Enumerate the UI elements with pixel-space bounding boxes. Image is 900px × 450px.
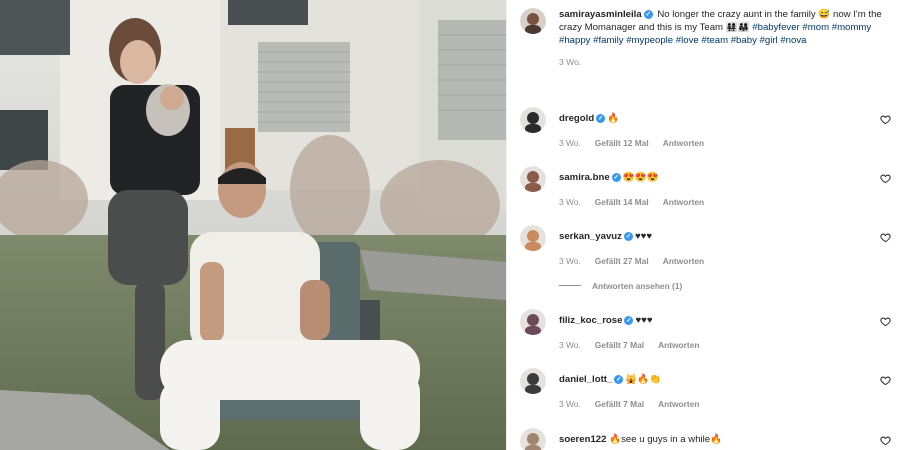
heart-outline-icon[interactable]: [880, 316, 891, 327]
commenter-avatar-image: [520, 225, 546, 251]
comment-text: 🙀🔥👏: [625, 374, 662, 385]
comment-age[interactable]: 3 Wo.: [559, 399, 581, 409]
reply-button[interactable]: Antworten: [663, 197, 704, 207]
post-age[interactable]: 3 Wo.: [559, 56, 887, 69]
commenter-username[interactable]: soeren122: [559, 434, 606, 445]
commenter-username[interactable]: filiz_koc_rose: [559, 315, 622, 326]
heart-outline-icon[interactable]: [880, 173, 891, 184]
avatar-body: [525, 242, 541, 251]
comment-likes[interactable]: Gefällt 14 Mal: [595, 197, 649, 207]
comment-age[interactable]: 3 Wo.: [559, 138, 581, 148]
comment-meta: 3 Wo. Gefällt 12 Mal Antworten: [559, 138, 718, 148]
avatar-body: [525, 183, 541, 192]
commenter-avatar-image: [520, 368, 546, 394]
divider-line: [559, 285, 581, 286]
comment-text: ♥♥♥: [634, 231, 653, 242]
commenter-username[interactable]: samira.bne: [559, 172, 610, 183]
avatar-head: [527, 373, 539, 385]
heart-outline-icon[interactable]: [880, 375, 891, 386]
avatar-head: [527, 230, 539, 242]
verified-badge-icon: ✓: [623, 232, 633, 241]
commenter-avatar[interactable]: [520, 368, 546, 394]
avatar-body: [525, 385, 541, 394]
heart-outline-icon[interactable]: [880, 114, 891, 125]
commenter-avatar-image: [520, 309, 546, 335]
verified-badge-icon: ✓: [643, 10, 653, 19]
comment-body: dregold ✓ 🔥: [559, 113, 619, 124]
instagram-post: samirayasminleila ✓ No longer the crazy a…: [0, 0, 900, 450]
commenter-avatar[interactable]: [520, 309, 546, 335]
verified-badge-icon: ✓: [611, 173, 621, 182]
avatar-head: [527, 314, 539, 326]
comment-text: 🔥see u guys in a while🔥: [609, 434, 723, 445]
comment-body: filiz_koc_rose ✓ ♥♥♥: [559, 315, 653, 326]
post-photo-illustration: [0, 0, 506, 450]
author-avatar-image: [520, 8, 546, 34]
comment-likes[interactable]: Gefällt 7 Mal: [595, 340, 644, 350]
reply-button[interactable]: Antworten: [658, 399, 699, 409]
comment-likes[interactable]: Gefällt 7 Mal: [595, 399, 644, 409]
comment-age[interactable]: 3 Wo.: [559, 197, 581, 207]
commenter-avatar-image: [520, 428, 546, 450]
comment-text: 😍😍😍: [622, 172, 659, 183]
comment-text: 🔥: [607, 113, 620, 124]
comment-age[interactable]: 3 Wo.: [559, 340, 581, 350]
comment-likes[interactable]: Gefällt 27 Mal: [595, 256, 649, 266]
commenter-username[interactable]: dregold: [559, 113, 594, 124]
comment-body: samira.bne ✓ 😍😍😍: [559, 172, 659, 183]
commenter-avatar-image: [520, 166, 546, 192]
post-caption: samirayasminleila ✓ No longer the crazy a…: [559, 8, 887, 69]
comment-likes[interactable]: Gefällt 12 Mal: [595, 138, 649, 148]
reply-button[interactable]: Antworten: [658, 340, 699, 350]
heart-outline-icon[interactable]: [880, 232, 891, 243]
avatar-head: [527, 112, 539, 124]
commenter-username[interactable]: serkan_yavuz: [559, 231, 622, 242]
avatar-body: [525, 326, 541, 335]
reply-button[interactable]: Antworten: [663, 256, 704, 266]
verified-badge-icon: ✓: [614, 375, 624, 384]
view-replies-button[interactable]: Antworten ansehen (1): [559, 281, 682, 291]
avatar-head: [527, 433, 539, 445]
comment-body: soeren122 🔥see u guys in a while🔥: [559, 434, 722, 445]
post-photo[interactable]: [0, 0, 506, 450]
comment-meta: 3 Wo. Gefällt 7 Mal Antworten: [559, 340, 713, 350]
comment-text: ♥♥♥: [635, 315, 653, 326]
verified-badge-icon: ✓: [596, 114, 606, 123]
comment-body: serkan_yavuz ✓ ♥♥♥: [559, 231, 652, 242]
view-replies-label: Antworten ansehen (1): [592, 281, 683, 291]
comment-meta: 3 Wo. Gefällt 7 Mal Antworten: [559, 399, 713, 409]
reply-button[interactable]: Antworten: [663, 138, 704, 148]
commenter-avatar[interactable]: [520, 107, 546, 133]
avatar-head: [527, 171, 539, 183]
verified-badge-icon: ✓: [624, 316, 634, 325]
avatar-body: [525, 124, 541, 133]
author-username[interactable]: samirayasminleila: [559, 9, 642, 20]
commenter-avatar[interactable]: [520, 225, 546, 251]
comment-body: daniel_lott_ ✓ 🙀🔥👏: [559, 374, 661, 385]
heart-outline-icon[interactable]: [880, 435, 891, 446]
comment-meta: 3 Wo. Gefällt 14 Mal Antworten: [559, 197, 718, 207]
commenter-avatar[interactable]: [520, 428, 546, 450]
commenter-avatar-image: [520, 107, 546, 133]
author-avatar[interactable]: [520, 8, 546, 34]
comment-meta: 3 Wo. Gefällt 27 Mal Antworten: [559, 256, 718, 266]
comment-age[interactable]: 3 Wo.: [559, 256, 581, 266]
commenter-avatar[interactable]: [520, 166, 546, 192]
commenter-username[interactable]: daniel_lott_: [559, 374, 612, 385]
